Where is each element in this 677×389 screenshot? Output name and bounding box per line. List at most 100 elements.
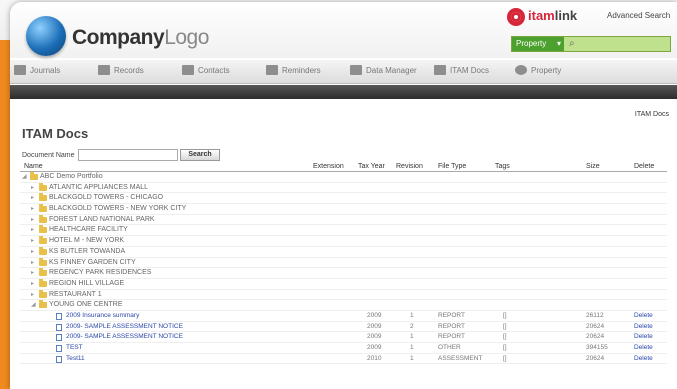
tree-folder[interactable]: ▸ REGENCY PARK RESIDENCES: [20, 268, 667, 279]
collapsed-arrow-icon[interactable]: ▸: [31, 291, 34, 298]
tree-label: FOREST LAND NATIONAL PARK: [49, 215, 155, 223]
document-link[interactable]: Test11: [66, 355, 85, 362]
file-type-cell: REPORT: [438, 311, 465, 319]
document-link[interactable]: 2009 Insurance summary: [66, 312, 139, 319]
tree-label: HOTEL M - NEW YORK: [49, 237, 125, 245]
folder-icon: [39, 182, 47, 191]
collapsed-arrow-icon[interactable]: ▸: [31, 194, 34, 201]
size-cell: 26112: [586, 311, 604, 319]
main-content: ITAM Docs ITAM Docs Document Name Search…: [10, 99, 677, 389]
main-nav: Journals Records Contacts Reminders Data…: [10, 60, 677, 84]
contacts-icon: [182, 65, 194, 75]
search-scope-select[interactable]: Property: [512, 37, 564, 51]
table-row[interactable]: Test11 2010 1 ASSESSMENT [] 20624 Delete: [20, 354, 667, 365]
tags-cell: []: [503, 322, 507, 330]
delete-link[interactable]: Delete: [634, 344, 653, 351]
document-link[interactable]: 2009- SAMPLE ASSESSMENT NOTICE: [66, 323, 183, 330]
size-cell: 394155: [586, 344, 608, 351]
col-header-file-type[interactable]: File Type: [438, 163, 466, 170]
tree-folder[interactable]: ▸ HOTEL M - NEW YORK: [20, 236, 667, 247]
tree-folder[interactable]: ▸ BLACKGOLD TOWERS - NEW YORK CITY: [20, 204, 667, 215]
collapsed-arrow-icon[interactable]: ▸: [31, 205, 34, 212]
collapsed-arrow-icon[interactable]: ▸: [31, 184, 34, 191]
collapsed-arrow-icon[interactable]: ▸: [31, 216, 34, 223]
col-header-revision[interactable]: Revision: [396, 163, 423, 170]
document-link[interactable]: TEST: [66, 344, 83, 351]
table-row[interactable]: 2009 Insurance summary 2009 1 REPORT [] 26112…: [20, 311, 667, 322]
nav-reminders[interactable]: Reminders: [266, 65, 321, 75]
globe-logo-icon: [26, 16, 66, 56]
collapsed-arrow-icon[interactable]: ▸: [31, 237, 34, 244]
collapsed-arrow-icon[interactable]: ▸: [31, 248, 34, 255]
folder-icon: [39, 214, 47, 223]
folder-icon: [30, 172, 38, 180]
document-name-input[interactable]: [78, 149, 178, 161]
delete-link[interactable]: Delete: [634, 312, 653, 319]
table-row[interactable]: 2009- SAMPLE ASSESSMENT NOTICE 2009 1 REPOR…: [20, 332, 667, 343]
tree-label: ABC Demo Portfolio: [40, 173, 103, 180]
document-name-label: Document Name: [22, 152, 75, 159]
nav-contacts[interactable]: Contacts: [182, 65, 230, 75]
tax-year-cell: 2009: [367, 311, 382, 319]
col-header-tax-year[interactable]: Tax Year: [358, 163, 385, 170]
journals-icon: [14, 65, 26, 75]
breadcrumb[interactable]: ITAM Docs: [635, 111, 669, 118]
document-icon: [56, 312, 62, 320]
tree-folder[interactable]: ▸ KS FINNEY GARDEN CITY: [20, 257, 667, 269]
table-row[interactable]: 2009- SAMPLE ASSESSMENT NOTICE 2009 2 REPOR…: [20, 322, 667, 333]
delete-link[interactable]: Delete: [634, 323, 653, 330]
search-icon[interactable]: ⌕: [569, 38, 575, 49]
collapsed-arrow-icon[interactable]: ▸: [31, 280, 34, 287]
property-icon: [515, 65, 527, 75]
logo-main-text: Company: [72, 26, 165, 49]
size-cell: 20624: [586, 322, 605, 330]
nav-itam-docs[interactable]: ITAM Docs: [434, 65, 489, 75]
calendar-icon: [266, 65, 278, 75]
file-type-cell: REPORT: [438, 333, 465, 341]
nav-data-manager[interactable]: Data Manager: [350, 65, 417, 75]
col-header-size[interactable]: Size: [586, 163, 600, 170]
nav-records[interactable]: Records: [98, 65, 144, 75]
tree-folder[interactable]: ▸ REGION HILL VILLAGE: [20, 278, 667, 290]
nav-label: Records: [114, 65, 144, 75]
itamlink-logo: itamlink: [528, 8, 577, 23]
revision-cell: 1: [410, 354, 414, 362]
tree-root[interactable]: ◢ ABC Demo Portfolio: [20, 172, 667, 183]
nav-journals[interactable]: Journals: [14, 65, 60, 75]
tree-folder[interactable]: ▸ FOREST LAND NATIONAL PARK: [20, 214, 667, 226]
delete-link[interactable]: Delete: [634, 355, 653, 362]
tree-folder[interactable]: ▸ KS BUTLER TOWANDA: [20, 246, 667, 258]
revision-cell: 2: [410, 322, 414, 330]
tree-folder[interactable]: ▸ HEALTHCARE FACILITY: [20, 225, 667, 237]
delete-link[interactable]: Delete: [634, 333, 653, 340]
expanded-arrow-icon[interactable]: ◢: [22, 173, 27, 180]
tree-label: RESTAURANT 1: [49, 290, 102, 298]
tree-folder[interactable]: ▸ RESTAURANT 1: [20, 289, 667, 301]
expanded-arrow-icon[interactable]: ◢: [31, 301, 36, 308]
collapsed-arrow-icon[interactable]: ▸: [31, 226, 34, 233]
company-logo[interactable]: CompanyLogo: [72, 26, 209, 50]
folder-icon: [39, 278, 47, 287]
size-cell: 20624: [586, 354, 605, 362]
advanced-search-link[interactable]: Advanced Search: [607, 11, 670, 20]
revision-cell: 1: [410, 344, 414, 351]
folder-icon: [39, 246, 47, 255]
folder-icon: [39, 268, 47, 277]
tree-folder[interactable]: ▸ ATLANTIC APPLIANCES MALL: [20, 182, 667, 194]
tax-year-cell: 2009: [367, 344, 382, 351]
collapsed-arrow-icon[interactable]: ▸: [31, 259, 34, 266]
document-link[interactable]: 2009- SAMPLE ASSESSMENT NOTICE: [66, 333, 183, 340]
collapsed-arrow-icon[interactable]: ▸: [31, 269, 34, 276]
col-header-tags[interactable]: Tags: [495, 163, 510, 170]
tree-folder[interactable]: ▸ BLACKGOLD TOWERS - CHICAGO: [20, 193, 667, 205]
nav-property[interactable]: Property: [515, 65, 561, 75]
folder-icon: [39, 236, 47, 245]
tree-label: ATLANTIC APPLIANCES MALL: [49, 183, 149, 191]
tree-label: KS BUTLER TOWANDA: [49, 247, 126, 255]
col-header-extension[interactable]: Extension: [313, 163, 344, 170]
search-button[interactable]: Search: [180, 149, 220, 161]
search-input[interactable]: [581, 38, 669, 50]
table-row[interactable]: TEST 2009 1 OTHER [] 394155 Delete: [20, 343, 667, 354]
tree-folder-open[interactable]: ◢ YOUNG ONE CENTRE: [20, 300, 667, 311]
col-header-name[interactable]: Name: [24, 163, 43, 170]
